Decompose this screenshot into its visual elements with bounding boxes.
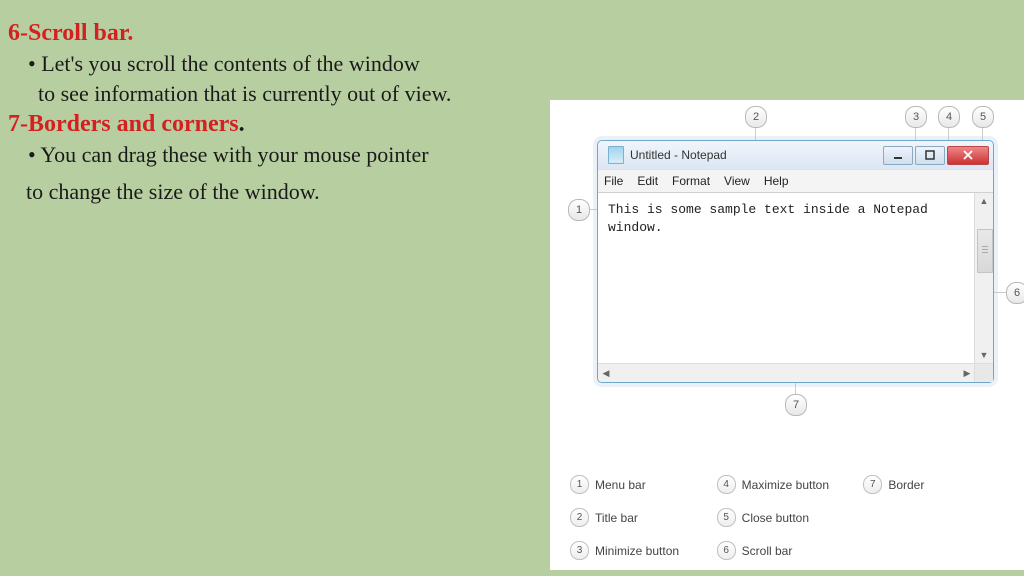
legend-num: 1 [570, 475, 589, 494]
horizontal-scrollbar[interactable]: ◀ ▶ [598, 363, 993, 382]
legend-item: 5 Close button [717, 508, 864, 527]
scroll-up-icon[interactable]: ▲ [975, 193, 993, 209]
menu-file[interactable]: File [604, 175, 623, 187]
maximize-icon [925, 150, 935, 160]
section-7-line1: • You can drag these with your mouse poi… [28, 140, 548, 170]
callout-1: 1 [568, 199, 590, 221]
legend-num: 7 [863, 475, 882, 494]
slide-text: 6-Scroll bar. • Let's you scroll the con… [8, 18, 548, 210]
legend-label: Title bar [595, 512, 638, 524]
legend-item: 2 Title bar [570, 508, 717, 527]
window-buttons [883, 146, 989, 165]
minimize-icon [893, 150, 903, 160]
text-area-container: This is some sample text inside a Notepa… [598, 193, 993, 363]
legend-label: Scroll bar [742, 545, 793, 557]
diagram-panel: 1 2 3 4 5 6 7 Untitled - Notepad [550, 100, 1024, 570]
legend-num: 5 [717, 508, 736, 527]
scroll-down-icon[interactable]: ▼ [975, 347, 993, 363]
section-7-heading-text: 7-Borders and corners [8, 111, 239, 137]
slide: 6-Scroll bar. • Let's you scroll the con… [0, 0, 1024, 576]
callout-7: 7 [785, 394, 807, 416]
section-7-heading: 7-Borders and corners. [8, 109, 548, 140]
callout-6: 6 [1006, 282, 1024, 304]
maximize-button[interactable] [915, 146, 945, 165]
vertical-scrollbar[interactable]: ▲ ▼ [974, 193, 993, 363]
scroll-right-icon[interactable]: ▶ [959, 364, 975, 382]
legend-label: Close button [742, 512, 809, 524]
menu-edit[interactable]: Edit [637, 175, 658, 187]
callout-lead [992, 292, 1006, 293]
menu-view[interactable]: View [724, 175, 750, 187]
section-6-line1: • Let's you scroll the contents of the w… [28, 49, 548, 79]
titlebar[interactable]: Untitled - Notepad [598, 141, 993, 169]
close-button[interactable] [947, 146, 989, 165]
menu-bar: File Edit Format View Help [598, 169, 993, 193]
callout-4: 4 [938, 106, 960, 128]
text-content[interactable]: This is some sample text inside a Notepa… [598, 193, 974, 363]
window-title: Untitled - Notepad [630, 149, 883, 161]
section-7-line2: to change the size of the window. [26, 175, 548, 209]
notepad-icon [608, 146, 624, 164]
legend-num: 6 [717, 541, 736, 560]
callout-2: 2 [745, 106, 767, 128]
menu-format[interactable]: Format [672, 175, 710, 187]
legend-label: Minimize button [595, 545, 679, 557]
legend-label: Menu bar [595, 479, 646, 491]
section-6-line2: to see information that is currently out… [38, 79, 548, 109]
notepad-window: Untitled - Notepad File Edit Format [597, 140, 994, 383]
legend-item: 3 Minimize button [570, 541, 717, 560]
legend-item: 7 Border [863, 475, 1010, 494]
scroll-thumb[interactable] [977, 229, 993, 273]
close-icon [963, 150, 973, 160]
section-6-heading: 6-Scroll bar. [8, 18, 548, 49]
minimize-button[interactable] [883, 146, 913, 165]
menu-help[interactable]: Help [764, 175, 789, 187]
legend-label: Maximize button [742, 479, 829, 491]
legend: 1 Menu bar 4 Maximize button 7 Border 2 Titl… [570, 475, 1010, 560]
section-7-heading-dot: . [239, 111, 245, 137]
legend-item: 6 Scroll bar [717, 541, 864, 560]
legend-num: 4 [717, 475, 736, 494]
callout-5: 5 [972, 106, 994, 128]
legend-label: Border [888, 479, 924, 491]
resize-grip[interactable] [974, 364, 993, 382]
legend-num: 2 [570, 508, 589, 527]
legend-item: 4 Maximize button [717, 475, 864, 494]
legend-num: 3 [570, 541, 589, 560]
legend-item: 1 Menu bar [570, 475, 717, 494]
scroll-left-icon[interactable]: ◀ [598, 364, 614, 382]
callout-3: 3 [905, 106, 927, 128]
